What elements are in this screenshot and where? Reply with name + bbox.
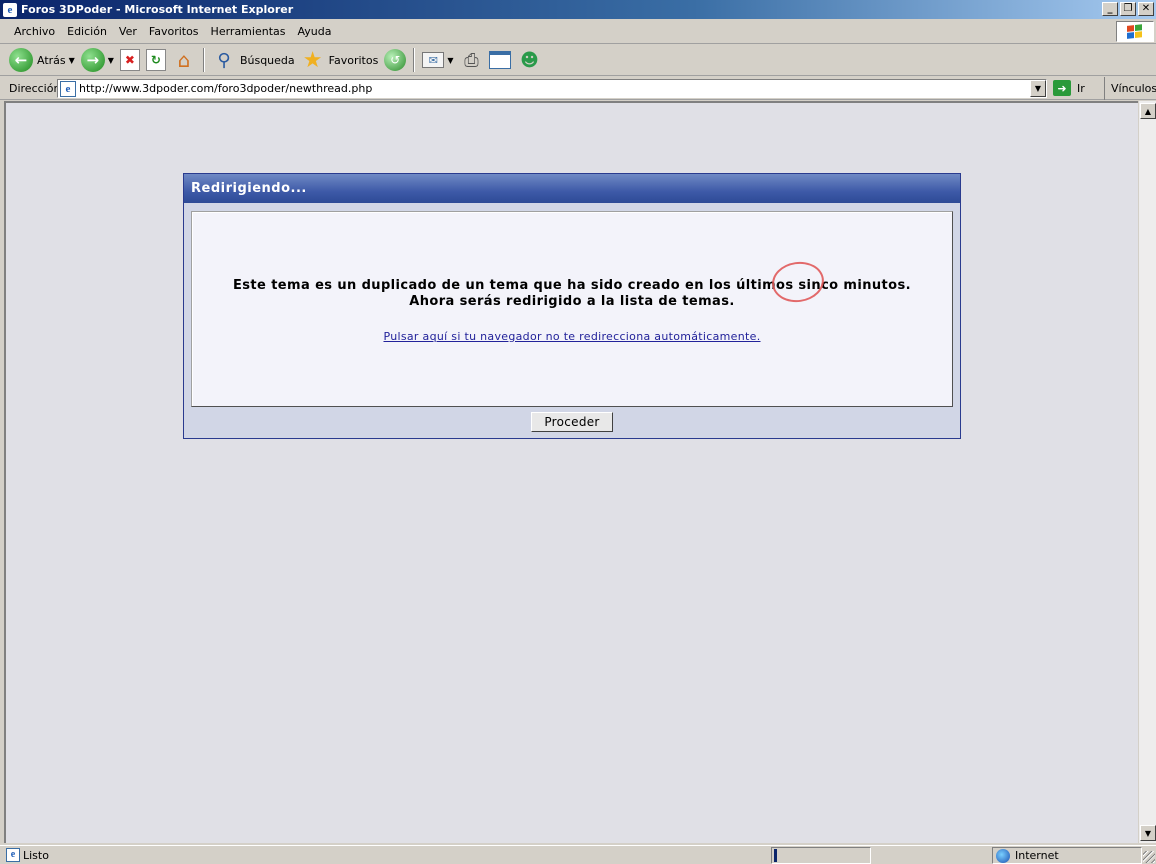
menu-bar: Archivo Edición Ver Favoritos Herramient… [0, 19, 1156, 44]
forward-dropdown-icon[interactable]: ▼ [108, 56, 114, 65]
mail-icon: ✉ [422, 52, 445, 68]
close-button[interactable]: ✕ [1138, 2, 1154, 16]
menu-herramientas[interactable]: Herramientas [205, 25, 292, 38]
address-field[interactable]: e http://www.3dpoder.com/foro3dpoder/new… [57, 79, 1047, 98]
page-content: Redirigiendo... Este tema es un duplicad… [4, 101, 1138, 843]
history-button[interactable]: ↺ [381, 47, 409, 73]
zone-label: Internet [1015, 849, 1059, 862]
restore-button[interactable]: ❐ [1120, 2, 1136, 16]
edit-icon [489, 51, 512, 69]
go-label: Ir [1077, 81, 1085, 95]
window-title: Foros 3DPoder - Microsoft Internet Explo… [21, 3, 294, 16]
address-url[interactable]: http://www.3dpoder.com/foro3dpoder/newth… [79, 82, 372, 95]
resize-grip-icon[interactable] [1143, 851, 1155, 863]
menu-ayuda[interactable]: Ayuda [291, 25, 337, 38]
security-zone[interactable]: Internet [992, 847, 1142, 864]
minimize-button[interactable]: _ [1102, 2, 1118, 16]
address-label: Dirección [9, 81, 61, 95]
menu-archivo[interactable]: Archivo [8, 25, 61, 38]
toolbar-separator [202, 48, 205, 72]
windows-logo-throbber [1116, 21, 1154, 42]
title-bar: e Foros 3DPoder - Microsoft Internet Exp… [0, 0, 1156, 19]
links-label: Vínculos [1111, 82, 1156, 95]
home-button[interactable]: ⌂ [169, 47, 199, 73]
redirect-message: Ahora serás redirigido a la lista de tem… [409, 294, 735, 309]
ie-page-icon: e [60, 80, 76, 97]
scroll-up-icon[interactable]: ▲ [1140, 103, 1156, 119]
favorites-icon: ★ [302, 47, 323, 73]
panel-title: Redirigiendo... [184, 174, 960, 203]
ie-app-icon: e [3, 2, 17, 17]
back-button[interactable]: ← Atrás ▼ [6, 47, 78, 73]
go-button[interactable]: ➜ Ir [1053, 80, 1085, 96]
favorites-label: Favoritos [328, 53, 379, 67]
status-bar: e Listo Internet [0, 845, 1156, 864]
redirect-link[interactable]: Pulsar aquí si tu navegador no te redire… [192, 330, 952, 343]
links-button[interactable]: Vínculos [1104, 77, 1156, 100]
home-icon: ⌂ [177, 48, 191, 72]
history-icon: ↺ [384, 49, 407, 71]
globe-icon [996, 848, 1010, 863]
menu-ver[interactable]: Ver [113, 25, 143, 38]
panel-body: Este tema es un duplicado de un tema que… [191, 211, 953, 407]
refresh-icon: ↻ [145, 49, 166, 71]
go-arrow-icon: ➜ [1053, 80, 1071, 96]
address-dropdown-icon[interactable]: ▼ [1030, 80, 1046, 97]
status-text: Listo [23, 848, 49, 862]
menu-favoritos[interactable]: Favoritos [143, 25, 205, 38]
menu-edicion[interactable]: Edición [61, 25, 113, 38]
status-page-icon: e [6, 848, 20, 862]
print-icon: ⎙ [464, 49, 479, 71]
window-controls: _ ❐ ✕ [1102, 2, 1154, 16]
stop-icon: ✖ [119, 49, 140, 71]
stop-button[interactable]: ✖ [117, 47, 143, 73]
mail-dropdown-icon[interactable]: ▼ [447, 56, 453, 65]
vertical-scrollbar[interactable]: ▲ ▼ [1138, 101, 1156, 843]
duplicate-message: Este tema es un duplicado de un tema que… [233, 278, 911, 293]
proceed-button[interactable]: Proceder [531, 412, 613, 432]
edit-button[interactable] [486, 47, 514, 73]
back-label: Atrás [37, 53, 66, 67]
windows-logo-icon [1127, 23, 1143, 40]
print-button[interactable]: ⎙ [456, 47, 486, 73]
redirect-panel: Redirigiendo... Este tema es un duplicad… [183, 173, 961, 439]
forward-icon: → [80, 48, 105, 72]
messenger-icon: ☻ [520, 49, 539, 71]
back-dropdown-icon[interactable]: ▼ [69, 56, 75, 65]
messenger-button[interactable]: ☻ [514, 47, 544, 73]
progress-pane [771, 847, 871, 864]
search-button[interactable]: ⚲ Búsqueda [209, 47, 298, 73]
back-icon: ← [9, 48, 33, 72]
scroll-down-icon[interactable]: ▼ [1140, 825, 1156, 841]
mail-button[interactable]: ✉ ▼ [419, 47, 456, 73]
toolbar-separator [413, 48, 416, 72]
progress-bar [774, 849, 777, 862]
standard-toolbar: ← Atrás ▼ → ▼ ✖ ↻ ⌂ ⚲ Búsqueda ★ Favorit… [0, 45, 1156, 76]
favorites-button[interactable]: ★ Favoritos [298, 47, 382, 73]
refresh-button[interactable]: ↻ [143, 47, 169, 73]
search-icon: ⚲ [217, 49, 231, 71]
forward-button[interactable]: → ▼ [78, 47, 117, 73]
address-bar: Dirección e http://www.3dpoder.com/foro3… [0, 77, 1156, 100]
search-label: Búsqueda [239, 53, 295, 67]
